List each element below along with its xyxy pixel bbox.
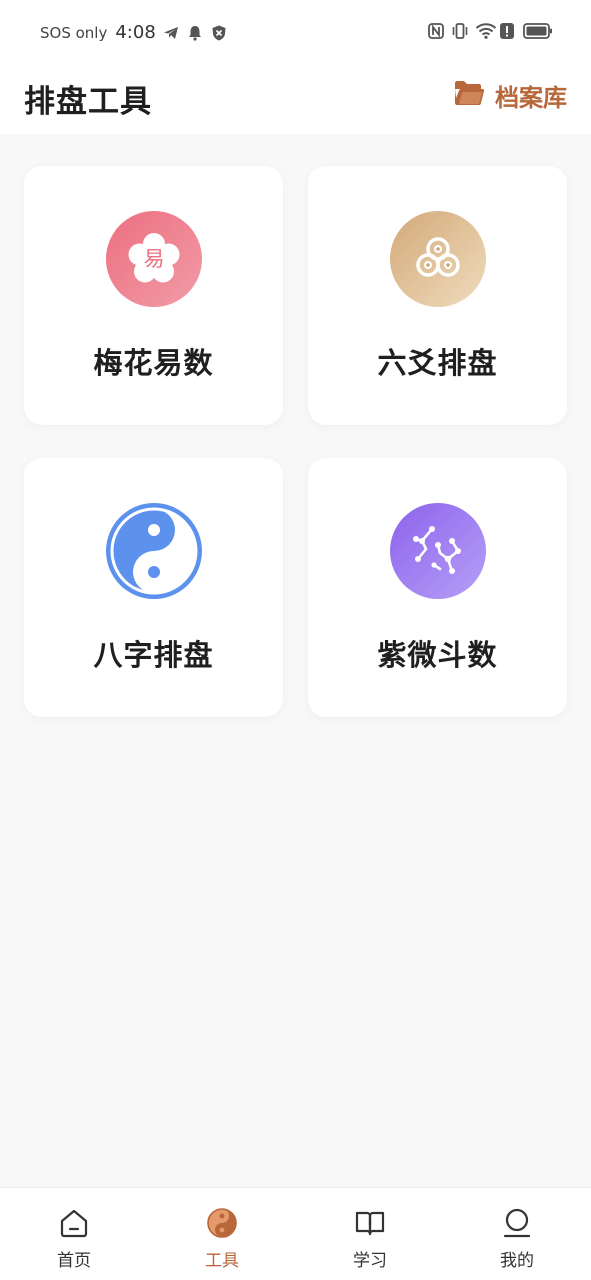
tool-label: 八字排盘 — [93, 638, 214, 672]
bell-icon — [186, 24, 204, 42]
tool-label: 六爻排盘 — [377, 346, 498, 380]
nav-label: 工具 — [205, 1251, 239, 1271]
constellation-icon — [390, 503, 486, 599]
tool-card-liuyao[interactable]: 六爻排盘 — [308, 166, 567, 425]
bottom-nav: 首页 工具 学习 我的 — [0, 1187, 591, 1280]
plum-glyph: 易 — [143, 247, 165, 271]
app-header: 排盘工具 档案库 — [0, 66, 591, 134]
nav-item-learn[interactable]: 学习 — [296, 1188, 444, 1280]
tools-screen: SOS only 4:08 排盘工具 档案库 易 梅花易数 六爻排盘 八字排盘 … — [0, 0, 591, 1280]
page-title: 排盘工具 — [24, 84, 152, 120]
nav-label: 学习 — [353, 1251, 387, 1271]
yin-yang-icon — [106, 503, 202, 599]
nav-item-tools[interactable]: 工具 — [148, 1188, 296, 1280]
vibrate-icon — [451, 22, 469, 40]
nfc-icon — [427, 22, 445, 40]
telegram-icon — [162, 24, 180, 42]
battery-icon — [523, 22, 553, 40]
clock-time: 4:08 — [115, 22, 156, 43]
alert-icon — [499, 22, 517, 40]
tool-card-ziwei[interactable]: 紫微斗数 — [308, 458, 567, 717]
wifi-icon — [475, 22, 497, 40]
plum-blossom-icon: 易 — [106, 211, 202, 307]
status-bar: SOS only 4:08 — [0, 0, 591, 66]
nav-item-home[interactable]: 首页 — [0, 1188, 148, 1280]
tool-card-bazi[interactable]: 八字排盘 — [24, 458, 283, 717]
archive-button[interactable]: 档案库 — [453, 78, 567, 112]
book-icon — [354, 1207, 386, 1239]
archive-label: 档案库 — [495, 82, 567, 112]
carrier-text: SOS only — [40, 23, 108, 42]
tool-label: 紫微斗数 — [377, 638, 498, 672]
tool-card-meihua[interactable]: 易 梅花易数 — [24, 166, 283, 425]
nav-label: 首页 — [57, 1251, 91, 1271]
tool-label: 梅花易数 — [93, 346, 214, 380]
taiji-icon — [206, 1207, 238, 1239]
folder-open-icon — [453, 79, 485, 111]
home-icon — [58, 1207, 90, 1239]
status-left: SOS only 4:08 — [40, 22, 228, 43]
status-right — [427, 22, 553, 40]
shield-icon — [210, 24, 228, 42]
coins-icon — [390, 211, 486, 307]
user-icon — [501, 1207, 533, 1239]
nav-label: 我的 — [500, 1251, 534, 1271]
nav-item-profile[interactable]: 我的 — [443, 1188, 591, 1280]
